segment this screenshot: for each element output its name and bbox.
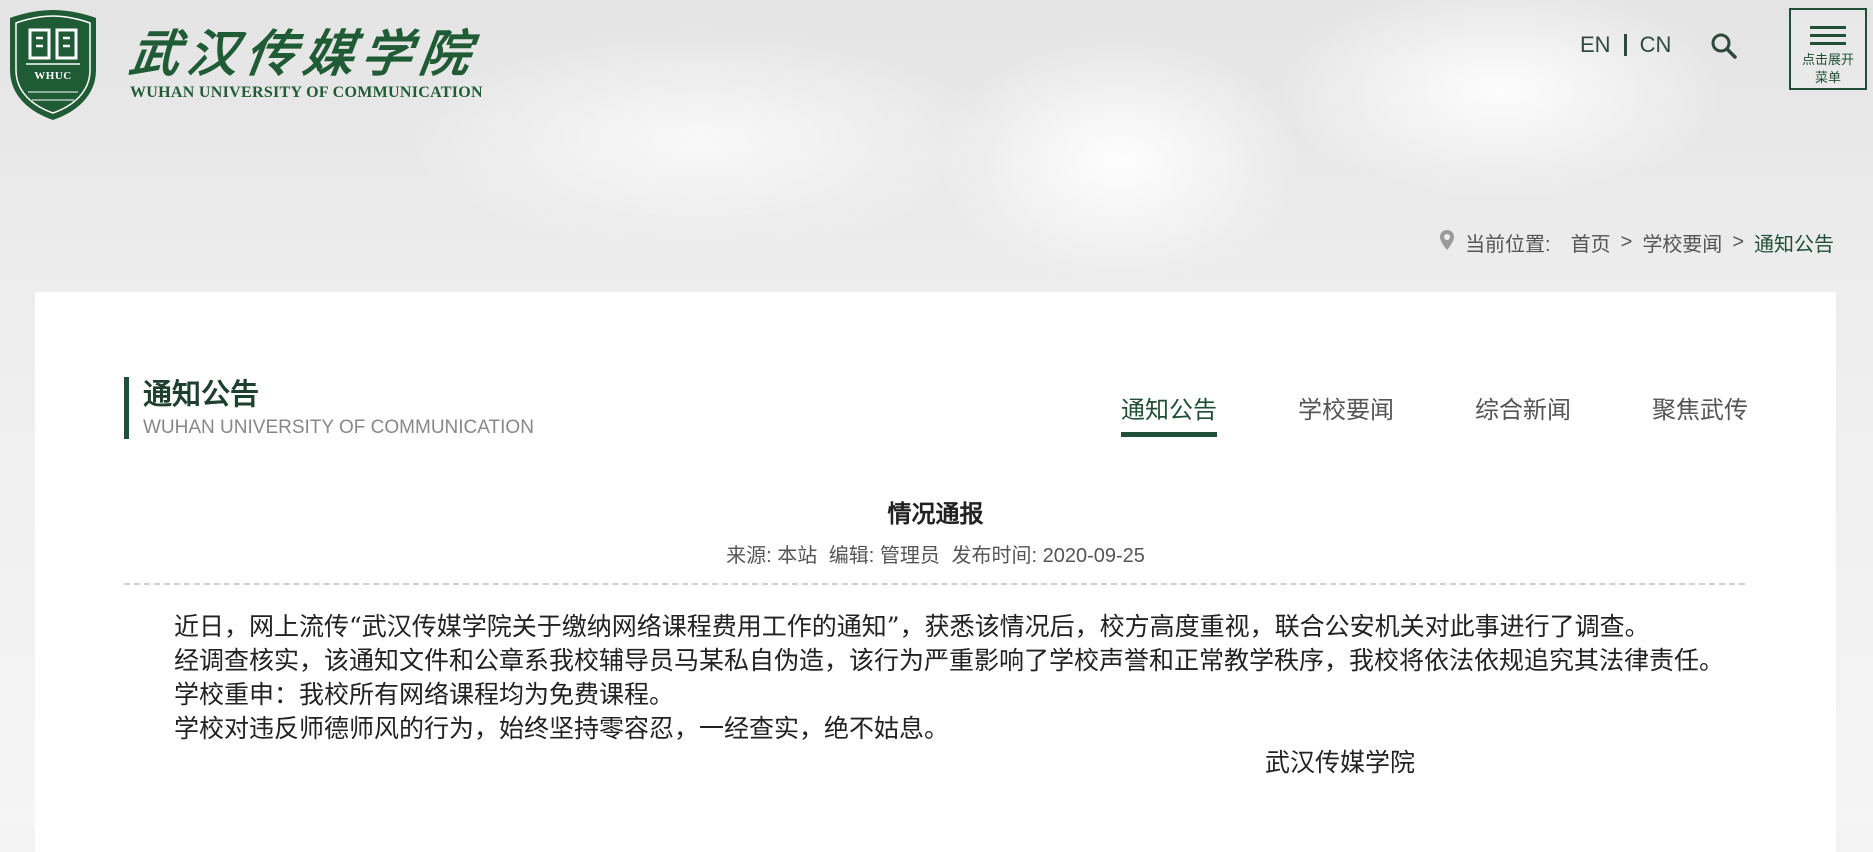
article-paragraph: 经调查核实，该通知文件和公章系我校辅导员马某私自伪造，该行为严重影响了学校声誉和… [174, 646, 1725, 675]
category-tabs: 通知公告 学校要闻 综合新闻 聚焦武传 [1040, 390, 1748, 437]
article-editor: 编辑: 管理员 [828, 545, 940, 567]
tab-notices[interactable]: 通知公告 [1121, 390, 1217, 437]
breadcrumb-separator: > [1620, 231, 1633, 253]
crest-text: WHUC [34, 70, 72, 82]
logo-chinese-name: 武汉传媒学院 [125, 24, 483, 83]
menu-toggle-label: 点击展开菜单 [1801, 52, 1854, 85]
breadcrumb-news-link[interactable]: 学校要闻 [1642, 228, 1722, 257]
article-paragraph: 学校重申：我校所有网络课程均为免费课程。 [174, 680, 675, 709]
breadcrumb: 当前位置: 首页 > 学校要闻 > 通知公告 [1439, 228, 1834, 257]
tab-school-news[interactable]: 学校要闻 [1298, 390, 1394, 437]
breadcrumb-home-link[interactable]: 首页 [1571, 228, 1611, 257]
article-meta: 来源: 本站 编辑: 管理员 发布时间: 2020-09-25 [35, 539, 1836, 568]
location-pin-icon [1439, 229, 1455, 257]
breadcrumb-label: 当前位置: [1465, 234, 1551, 256]
article-paragraph: 学校对违反师德师风的行为，始终坚持零容忍，一经查实，绝不姑息。 [174, 714, 950, 743]
tab-general-news[interactable]: 综合新闻 [1475, 390, 1571, 437]
article-body: 近日，网上流传“武汉传媒学院关于缴纳网络课程费用工作的通知”，获悉该情况后，校方… [124, 610, 1745, 780]
section-title: 通知公告 [143, 379, 260, 411]
language-switch: EN CN [1580, 32, 1671, 58]
hamburger-icon [1810, 26, 1846, 45]
crest-emblem: WHUC [6, 8, 100, 122]
breadcrumb-separator: > [1732, 231, 1744, 253]
lang-cn-link[interactable]: CN [1640, 32, 1672, 58]
article-title: 情况通报 [887, 501, 984, 528]
divider [124, 583, 1745, 585]
site-logo[interactable]: WHUC 武汉传媒学院 WUHAN UNIVERSITY OF COMMUNIC… [6, 8, 483, 122]
article-signature: 武汉传媒学院 [1264, 748, 1415, 777]
content-panel: 通知公告 WUHAN UNIVERSITY OF COMMUNICATION 通… [35, 292, 1836, 852]
section-subtitle: WUHAN UNIVERSITY OF COMMUNICATION [143, 417, 534, 438]
lang-en-link[interactable]: EN [1580, 32, 1611, 58]
article-source: 来源: 本站 [726, 545, 818, 567]
breadcrumb-current: 通知公告 [1754, 234, 1834, 256]
lang-divider [1623, 34, 1627, 56]
section-heading: 通知公告 WUHAN UNIVERSITY OF COMMUNICATION [124, 377, 534, 439]
logo-english-name: WUHAN UNIVERSITY OF COMMUNICATION [130, 84, 483, 101]
menu-toggle-button[interactable]: 点击展开菜单 [1789, 8, 1867, 90]
search-icon[interactable] [1710, 32, 1738, 60]
article-date: 发布时间: 2020-09-25 [951, 545, 1145, 567]
article-paragraph: 近日，网上流传“武汉传媒学院关于缴纳网络课程费用工作的通知”，获悉该情况后，校方… [174, 612, 1650, 641]
tab-focus[interactable]: 聚焦武传 [1652, 390, 1748, 437]
